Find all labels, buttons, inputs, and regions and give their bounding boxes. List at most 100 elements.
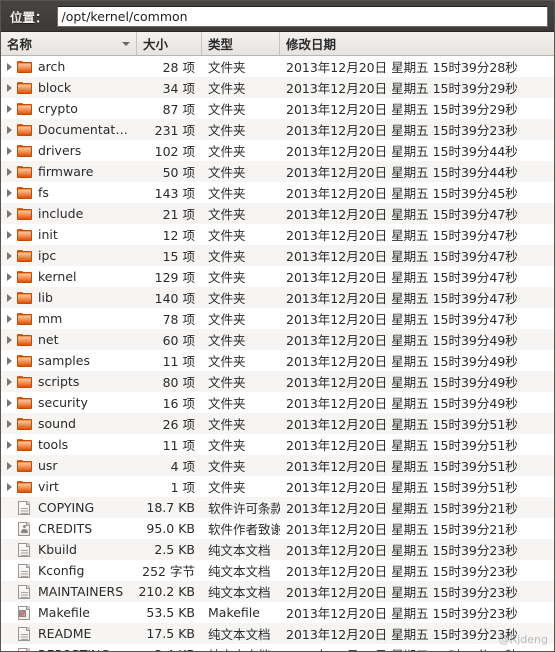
file-row[interactable]: mm 78 项文件夹 2013年12月20日 星期五 15时39分47秒: [1, 308, 554, 329]
file-name-cell[interactable]: fs: [1, 185, 137, 201]
location-label: 位置：: [10, 9, 48, 25]
file-size-cell: 53.5 KB: [137, 605, 202, 620]
file-row[interactable]: Makefile 53.5 KB Makefile 2013年12月20日 星期五 1…: [1, 602, 554, 623]
expander-triangle-icon[interactable]: [3, 356, 16, 365]
file-name-cell[interactable]: crypto: [1, 101, 137, 117]
column-header-date[interactable]: 修改日期: [280, 32, 554, 55]
file-row[interactable]: security 16 项文件夹 2013年12月20日 星期五 15时39分49秒: [1, 392, 554, 413]
file-size-cell: 140 项: [137, 288, 202, 307]
expander-triangle-icon[interactable]: [3, 125, 16, 134]
file-name-cell[interactable]: scripts: [1, 374, 137, 390]
expander-triangle-icon[interactable]: [3, 104, 16, 113]
file-row[interactable]: fs 143 项文件夹 2013年12月20日 星期五 15时39分45秒: [1, 182, 554, 203]
expander-triangle-icon[interactable]: [3, 188, 16, 197]
file-row[interactable]: drivers 102 项文件夹 2013年12月20日 星期五 15时39分44秒: [1, 140, 554, 161]
file-row[interactable]: COPYING 18.7 KB 软件许可条款 2013年12月20日 星期五 15时3…: [1, 497, 554, 518]
folder-icon: [16, 185, 33, 201]
expander-triangle-icon[interactable]: [3, 230, 16, 239]
expander-triangle-icon[interactable]: [3, 419, 16, 428]
column-header-size[interactable]: 大小: [137, 32, 202, 55]
file-row[interactable]: samples 11 项文件夹 2013年12月20日 星期五 15时39分49秒: [1, 350, 554, 371]
file-date-cell: 2013年12月20日 星期五 15时39分29秒: [280, 99, 554, 118]
expander-triangle-icon[interactable]: [3, 167, 16, 176]
expander-triangle-icon[interactable]: [3, 293, 16, 302]
file-row[interactable]: scripts 80 项文件夹 2013年12月20日 星期五 15时39分49秒: [1, 371, 554, 392]
file-name-cell[interactable]: Makefile: [1, 605, 137, 621]
file-name-cell[interactable]: ipc: [1, 248, 137, 264]
file-row[interactable]: sound 26 项文件夹 2013年12月20日 星期五 15时39分51秒: [1, 413, 554, 434]
file-name-cell[interactable]: kernel: [1, 269, 137, 285]
file-row[interactable]: usr 4 项文件夹 2013年12月20日 星期五 15时39分51秒: [1, 455, 554, 476]
file-row[interactable]: include 21 项文件夹 2013年12月20日 星期五 15时39分47秒: [1, 203, 554, 224]
expander-triangle-icon[interactable]: [3, 146, 16, 155]
expander-triangle-icon[interactable]: [3, 482, 16, 491]
file-row[interactable]: README 17.5 KB 纯文本文档 2013年12月20日 星期五 15时39分…: [1, 623, 554, 644]
file-name-cell[interactable]: CREDITS: [1, 521, 137, 537]
expander-triangle-icon[interactable]: [3, 83, 16, 92]
folder-icon: [16, 479, 33, 495]
file-date-cell: 2013年12月20日 星期五 15时39分51秒: [280, 477, 554, 496]
file-date-label: 2013年12月20日 星期五 15时39分23秒: [286, 627, 518, 642]
file-name-cell[interactable]: Kbuild: [1, 542, 137, 558]
expander-triangle-icon[interactable]: [3, 461, 16, 470]
expander-triangle-icon[interactable]: [3, 335, 16, 344]
file-row[interactable]: kernel 129 项文件夹 2013年12月20日 星期五 15时39分47秒: [1, 266, 554, 287]
file-row[interactable]: crypto 87 项文件夹 2013年12月20日 星期五 15时39分29秒: [1, 98, 554, 119]
file-name-cell[interactable]: usr: [1, 458, 137, 474]
file-name-cell[interactable]: virt: [1, 479, 137, 495]
file-name-cell[interactable]: drivers: [1, 143, 137, 159]
file-name-cell[interactable]: firmware: [1, 164, 137, 180]
file-row[interactable]: MAINTAINERS 210.2 KB 纯文本文档 2013年12月20日 星期五 …: [1, 581, 554, 602]
file-row[interactable]: lib 140 项文件夹 2013年12月20日 星期五 15时39分47秒: [1, 287, 554, 308]
file-date-cell: 2013年12月20日 星期五 15时39分47秒: [280, 225, 554, 244]
file-row[interactable]: arch 28 项文件夹 2013年12月20日 星期五 15时39分28秒: [1, 56, 554, 77]
file-row[interactable]: Kconfig 252 字节 纯文本文档 2013年12月20日 星期五 15时39分…: [1, 560, 554, 581]
file-name-cell[interactable]: README: [1, 626, 137, 642]
file-name-cell[interactable]: init: [1, 227, 137, 243]
file-name-cell[interactable]: COPYING: [1, 500, 137, 516]
expander-triangle-icon[interactable]: [3, 62, 16, 71]
file-row[interactable]: firmware 50 项文件夹 2013年12月20日 星期五 15时39分44秒: [1, 161, 554, 182]
file-name-cell[interactable]: include: [1, 206, 137, 222]
file-name-cell[interactable]: Documentation: [1, 122, 137, 138]
location-path-input[interactable]: /opt/kernel/common: [56, 5, 548, 27]
file-row[interactable]: ipc 15 项文件夹 2013年12月20日 星期五 15时39分47秒: [1, 245, 554, 266]
expander-triangle-icon[interactable]: [3, 440, 16, 449]
file-name-cell[interactable]: Kconfig: [1, 563, 137, 579]
file-name-cell[interactable]: MAINTAINERS: [1, 584, 137, 600]
file-row[interactable]: Kbuild 2.5 KB 纯文本文档 2013年12月20日 星期五 15时39分2…: [1, 539, 554, 560]
expander-triangle-icon[interactable]: [3, 251, 16, 260]
file-row[interactable]: REPORTING-BUGS 3.4 KB 纯文本文档 2013年12月20日 星期五…: [1, 644, 554, 651]
file-row[interactable]: Documentation 231 项文件夹 2013年12月20日 星期五 15时…: [1, 119, 554, 140]
file-name-cell[interactable]: mm: [1, 311, 137, 327]
column-header-name[interactable]: 名称: [1, 32, 137, 55]
file-row[interactable]: CREDITS 95.0 KB 软件作者致谢 2013年12月20日 星期五 15时3…: [1, 518, 554, 539]
expander-triangle-icon[interactable]: [3, 272, 16, 281]
file-row[interactable]: block 34 项文件夹 2013年12月20日 星期五 15时39分29秒: [1, 77, 554, 98]
file-name-cell[interactable]: REPORTING-BUGS: [1, 647, 137, 651]
file-date-cell: 2013年12月20日 星期五 15时39分21秒: [280, 519, 554, 538]
file-name-cell[interactable]: net: [1, 332, 137, 348]
file-name-cell[interactable]: tools: [1, 437, 137, 453]
column-header-type[interactable]: 类型: [202, 32, 280, 55]
file-row[interactable]: net 60 项文件夹 2013年12月20日 星期五 15时39分49秒: [1, 329, 554, 350]
file-size-label: 95.0 KB: [146, 521, 195, 536]
file-list[interactable]: arch 28 项文件夹 2013年12月20日 星期五 15时39分28秒 bloc…: [1, 56, 554, 651]
file-name-label: mm: [38, 311, 63, 326]
expander-triangle-icon[interactable]: [3, 314, 16, 323]
file-row[interactable]: init 12 项文件夹 2013年12月20日 星期五 15时39分47秒: [1, 224, 554, 245]
file-name-cell[interactable]: security: [1, 395, 137, 411]
expander-triangle-icon[interactable]: [3, 377, 16, 386]
file-name-cell[interactable]: samples: [1, 353, 137, 369]
file-name-cell[interactable]: sound: [1, 416, 137, 432]
file-size-label: 102 项: [154, 144, 195, 159]
file-name-label: crypto: [38, 101, 78, 116]
file-name-cell[interactable]: arch: [1, 59, 137, 75]
expander-triangle-icon[interactable]: [3, 398, 16, 407]
file-row[interactable]: virt 1 项文件夹 2013年12月20日 星期五 15时39分51秒: [1, 476, 554, 497]
file-row[interactable]: tools 11 项文件夹 2013年12月20日 星期五 15时39分51秒: [1, 434, 554, 455]
expander-triangle-icon[interactable]: [3, 209, 16, 218]
file-date-label: 2013年12月20日 星期五 15时39分23秒: [286, 543, 518, 558]
file-name-cell[interactable]: block: [1, 80, 137, 96]
file-name-cell[interactable]: lib: [1, 290, 137, 306]
